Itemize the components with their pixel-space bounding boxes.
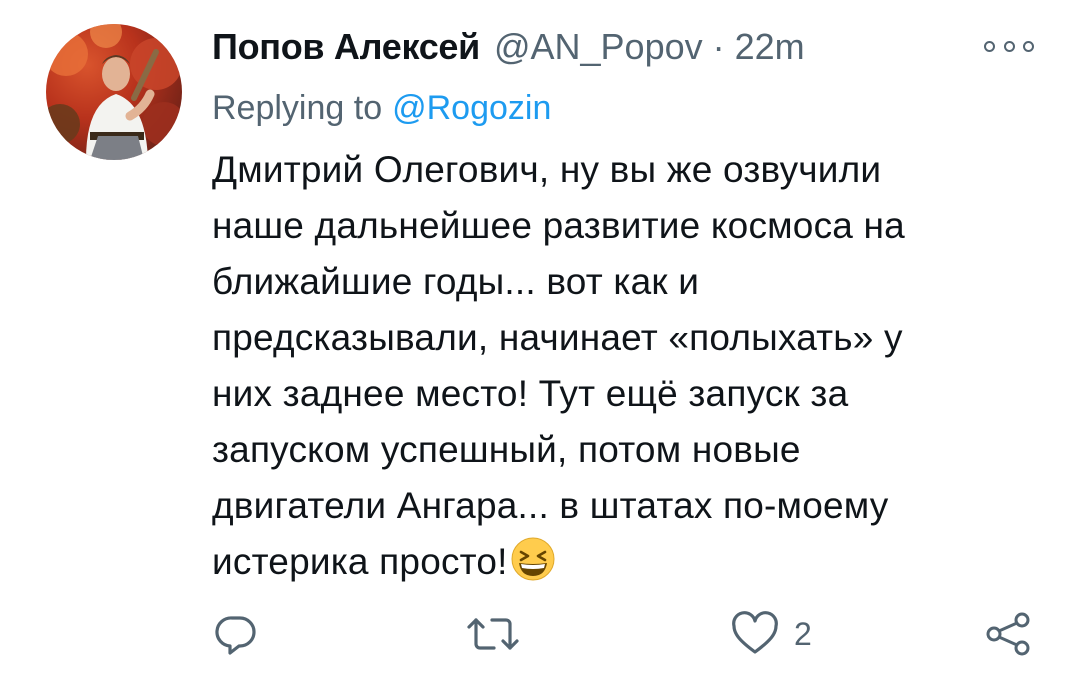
tweet: Попов Алексей @AN_Popov · 22m Replying t… bbox=[0, 0, 1080, 677]
tweet-text-line: истерика просто! bbox=[212, 541, 508, 582]
replying-to-mention[interactable]: @Rogozin bbox=[392, 89, 551, 127]
tweet-text-line: Дмитрий Олегович, ну вы же озвучили bbox=[212, 149, 882, 190]
author-handle[interactable]: @AN_Popov bbox=[494, 22, 703, 72]
author-name[interactable]: Попов Алексей bbox=[212, 22, 480, 72]
reply-button[interactable] bbox=[212, 604, 260, 664]
reply-icon bbox=[215, 616, 256, 655]
replying-to: Replying to @Rogozin bbox=[212, 86, 551, 130]
tweet-text-line: двигатели Ангара... в штатах по-моему bbox=[212, 485, 889, 526]
replying-to-label: Replying to bbox=[212, 89, 383, 127]
tweet-text-line: запуском успешный, потом новые bbox=[212, 429, 801, 470]
avatar[interactable] bbox=[46, 24, 182, 160]
tweet-text-line: ближайшие годы... вот как и bbox=[212, 261, 700, 302]
like-button[interactable]: 2 bbox=[730, 604, 812, 664]
header-separator: · bbox=[712, 26, 725, 67]
more-dot bbox=[1003, 40, 1015, 52]
tweet-timestamp[interactable]: 22m bbox=[735, 22, 805, 72]
more-options-icon[interactable] bbox=[984, 34, 1034, 58]
avatar-photo bbox=[46, 24, 182, 160]
more-dot bbox=[984, 40, 995, 52]
grinning-squinting-face-emoji bbox=[511, 537, 555, 581]
retweet-button[interactable] bbox=[466, 604, 520, 664]
tweet-text-line: предсказывали, начинает «полыхать» у bbox=[212, 317, 903, 358]
tweet-text-line: них заднее место! Тут ещё запуск за bbox=[212, 373, 849, 414]
share-button[interactable] bbox=[984, 604, 1032, 664]
tweet-header: Попов Алексей @AN_Popov · 22m bbox=[212, 22, 805, 72]
like-count: 2 bbox=[794, 615, 812, 652]
tweet-text: Дмитрий Олегович, ну вы же озвучили наше… bbox=[212, 142, 1012, 590]
tweet-text-last-line: истерика просто! bbox=[212, 534, 1012, 590]
share-icon bbox=[986, 612, 1030, 656]
tweet-actions: 2 bbox=[0, 604, 1080, 664]
more-dot bbox=[1023, 40, 1034, 52]
retweet-icon bbox=[467, 618, 519, 650]
like-icon bbox=[732, 611, 778, 654]
tweet-text-line: наше дальнейшее развитие космоса на bbox=[212, 205, 905, 246]
